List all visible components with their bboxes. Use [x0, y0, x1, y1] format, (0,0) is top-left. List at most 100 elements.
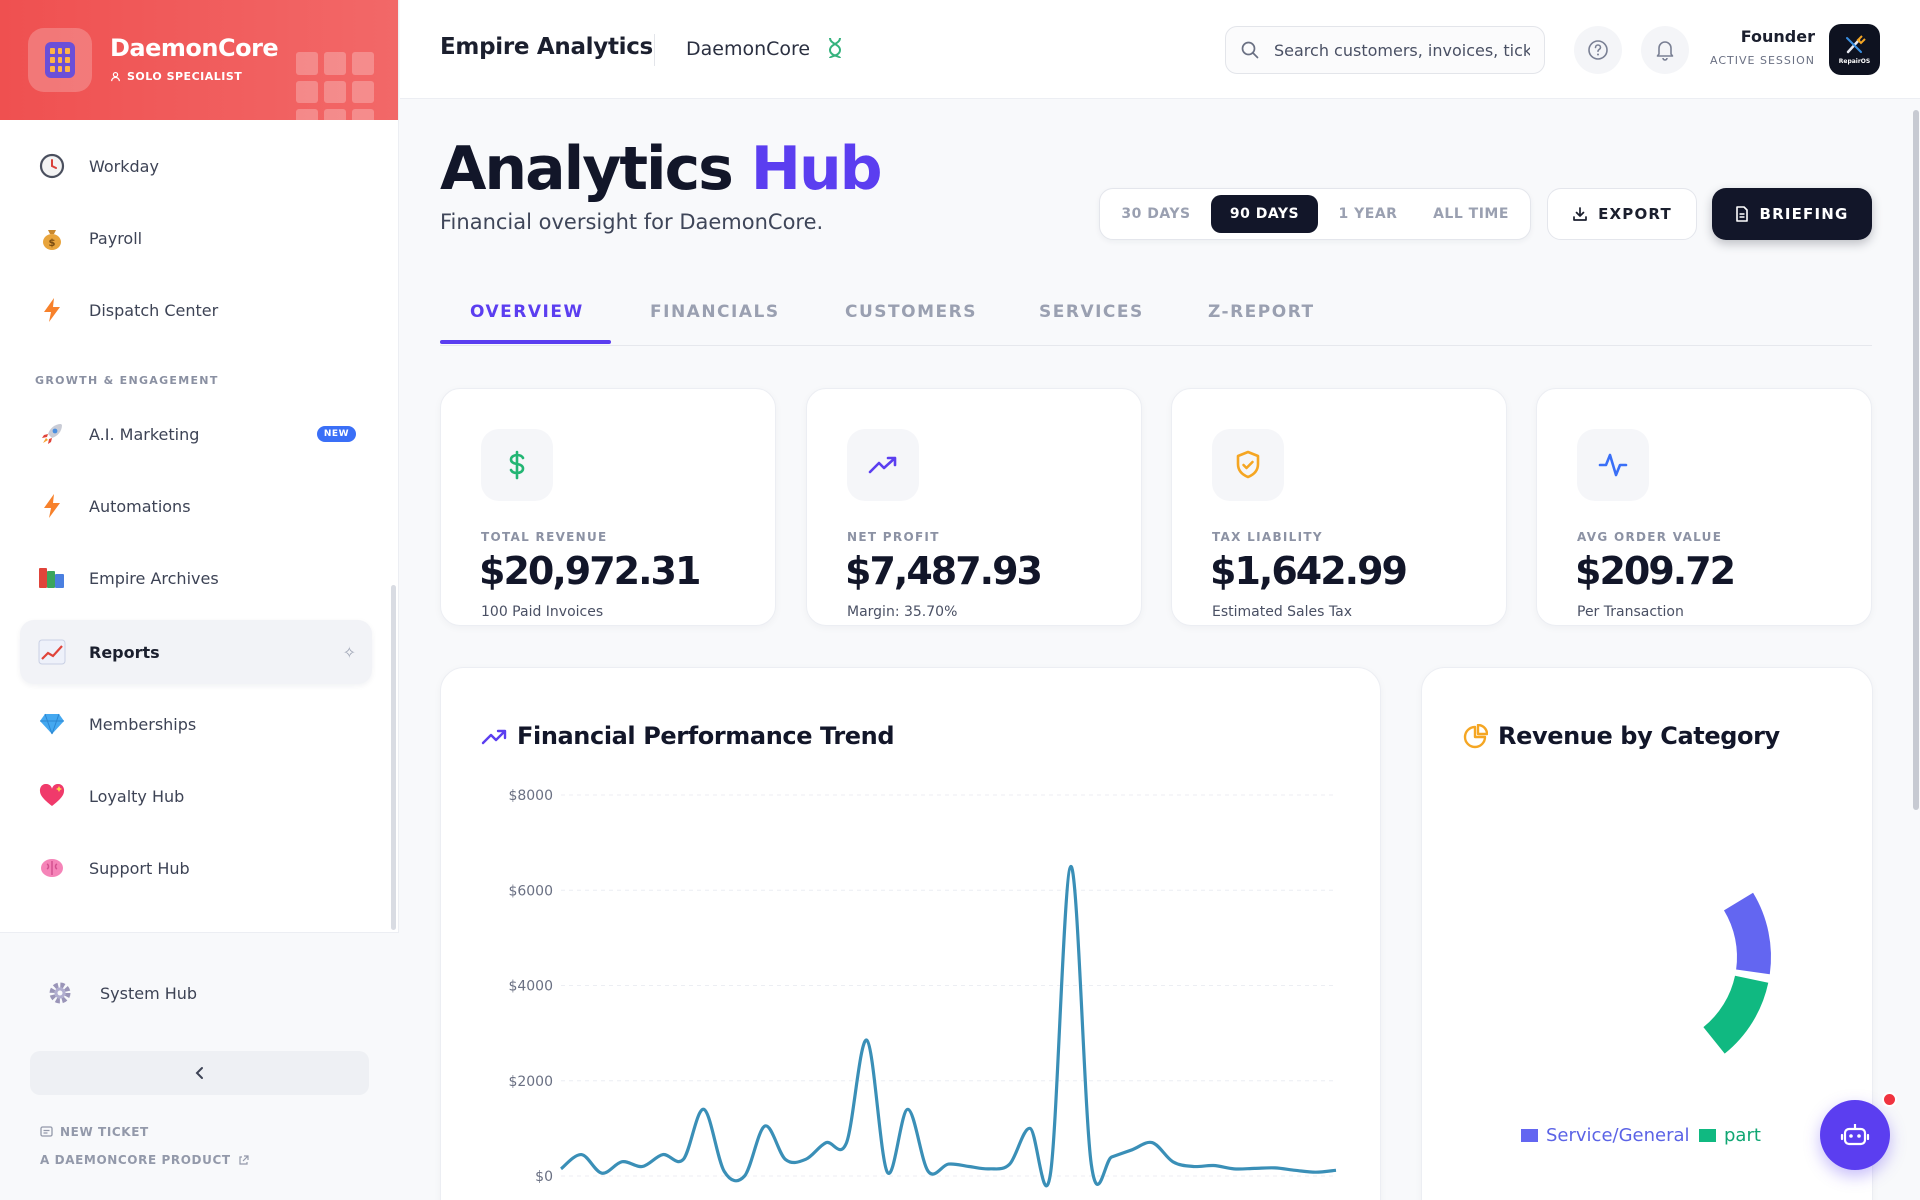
sidebar-item-label: Dispatch Center [89, 300, 219, 320]
y-tick-label: $0 [535, 1169, 553, 1185]
range-90-days-button[interactable]: 90 DAYS [1211, 195, 1318, 233]
sidebar-item-label: System Hub [100, 983, 198, 1003]
sidebar-item-loyalty-hub[interactable]: Loyalty Hub [20, 764, 372, 828]
legend-label: Service/General [1546, 1125, 1690, 1146]
kpi-card-tax-liability: TAX LIABILITY $1,642.99 Estimated Sales … [1171, 388, 1507, 626]
kpi-value: $20,972.31 [479, 549, 701, 593]
org-name: DaemonCore [686, 38, 811, 60]
range-1-year-button[interactable]: 1 YEAR [1325, 195, 1411, 233]
kpi-label: TAX LIABILITY [1212, 530, 1323, 544]
kpi-card-total-revenue: TOTAL REVENUE $20,972.31 100 Paid Invoic… [440, 388, 776, 626]
trend-series-line [559, 864, 1337, 1188]
sidebar-item-label: Empire Archives [89, 568, 219, 588]
active-tab-indicator [440, 340, 611, 344]
sidebar-item-support-hub[interactable]: Support Hub [20, 836, 372, 900]
sidebar-item-label: Support Hub [89, 858, 190, 878]
export-button[interactable]: EXPORT [1547, 188, 1697, 240]
ticket-icon [40, 1126, 53, 1137]
tab-customers[interactable]: CUSTOMERS [845, 302, 977, 322]
kpi-icon-box [481, 429, 553, 501]
notifications-button[interactable] [1641, 26, 1689, 74]
ai-assistant-button[interactable] [1820, 1100, 1890, 1170]
help-button[interactable] [1574, 26, 1622, 74]
brand-role-text: SOLO SPECIALIST [127, 70, 243, 83]
y-tick-label: $4000 [508, 979, 553, 995]
legend-swatch [1699, 1129, 1716, 1142]
lightning-icon [38, 492, 66, 520]
main-scrollbar[interactable] [1913, 110, 1919, 810]
range-all-time-button[interactable]: ALL TIME [1418, 195, 1524, 233]
brand-name: DaemonCore [110, 34, 279, 62]
legend-item-part: part [1699, 1125, 1761, 1146]
sidebar-item-label: Payroll [89, 228, 143, 248]
sidebar-item-reports[interactable]: Reports ✧ [20, 620, 372, 684]
sidebar-item-memberships[interactable]: Memberships [20, 692, 372, 756]
donut-slice-part[interactable] [1702, 975, 1769, 1054]
tab-overview[interactable]: OVERVIEW [470, 302, 584, 322]
sidebar-item-automations[interactable]: Automations [20, 474, 372, 538]
gear-icon [46, 979, 74, 1007]
donut-slice-service-general[interactable] [1723, 892, 1771, 975]
brand-header: DaemonCore SOLO SPECIALIST [0, 0, 398, 120]
lightning-icon [38, 296, 66, 324]
kpi-card-avg-order-value: AVG ORDER VALUE $209.72 Per Transaction [1536, 388, 1872, 626]
kpi-label: TOTAL REVENUE [481, 530, 608, 544]
page-title: Analytics Hub [440, 134, 883, 204]
brand-logo[interactable] [28, 28, 92, 92]
new-ticket-label: NEW TICKET [60, 1125, 149, 1139]
sidebar-item-payroll[interactable]: $ Payroll [20, 206, 372, 270]
kpi-value: $209.72 [1575, 549, 1736, 593]
shield-check-icon [1236, 450, 1260, 479]
sidebar-item-system-hub[interactable]: System Hub [30, 965, 370, 1021]
kpi-footnote: Estimated Sales Tax [1212, 604, 1352, 620]
category-chart-card: Revenue by Category [1421, 667, 1873, 1200]
clock-icon [38, 152, 66, 180]
range-30-days-button[interactable]: 30 DAYS [1108, 195, 1204, 233]
tab-financials[interactable]: FINANCIALS [650, 302, 780, 322]
sidebar-scrollbar[interactable] [391, 585, 396, 930]
tab-z-report[interactable]: Z-REPORT [1208, 302, 1315, 322]
brand-role: SOLO SPECIALIST [110, 70, 242, 83]
sidebar-item-workday[interactable]: Workday [20, 134, 372, 198]
revenue-donut-chart [1702, 892, 1771, 1054]
briefing-button[interactable]: BRIEFING [1712, 188, 1872, 240]
sidebar: DaemonCore SOLO SPECIALIST Workday $ Pay… [0, 0, 399, 1200]
sidebar-item-label: Workday [89, 156, 159, 176]
sidebar-item-label: Memberships [89, 714, 197, 734]
external-link-icon [239, 1154, 249, 1165]
page-title-accent: Hub [750, 134, 883, 204]
legend-item-service-general: Service/General [1521, 1125, 1690, 1146]
search-input[interactable] [1274, 27, 1530, 73]
trending-up-icon [868, 456, 897, 474]
kpi-label: NET PROFIT [847, 530, 940, 544]
brand-decoration [296, 52, 374, 120]
sidebar-item-ai-marketing[interactable]: A.I. Marketing NEW [20, 402, 372, 466]
avatar[interactable]: RepairOS [1829, 24, 1880, 75]
new-ticket-link[interactable]: NEW TICKET [40, 1125, 149, 1139]
app-title: Empire Analytics [440, 34, 653, 60]
robot-icon [1840, 1124, 1870, 1146]
dollar-icon [509, 450, 525, 480]
gem-icon [38, 710, 66, 738]
sidebar-item-dispatch-center[interactable]: Dispatch Center [20, 278, 372, 342]
trend-chart-card: Financial Performance Trend $0 $2000 $4000… [440, 667, 1381, 1200]
rocket-icon [38, 420, 66, 448]
money-bag-icon: $ [38, 224, 66, 252]
legend-swatch [1521, 1129, 1538, 1142]
product-link[interactable]: A DAEMONCORE PRODUCT [40, 1153, 249, 1167]
kpi-icon-box [1212, 429, 1284, 501]
kpi-icon-box [1577, 429, 1649, 501]
kpi-card-net-profit: NET PROFIT $7,487.93 Margin: 35.70% [806, 388, 1142, 626]
sidebar-item-label: Loyalty Hub [89, 786, 185, 806]
svg-text:$: $ [49, 238, 56, 249]
sidebar-item-empire-archives[interactable]: Empire Archives [20, 546, 372, 610]
header-divider [654, 34, 655, 66]
collapse-sidebar-button[interactable] [30, 1051, 369, 1095]
tab-services[interactable]: SERVICES [1039, 302, 1144, 322]
help-icon [1588, 40, 1608, 60]
page-title-main: Analytics [440, 134, 734, 204]
kpi-label: AVG ORDER VALUE [1577, 530, 1723, 544]
section-tabs: OVERVIEW FINANCIALS CUSTOMERS SERVICES Z… [440, 288, 1872, 346]
global-search[interactable] [1225, 26, 1545, 74]
kpi-footnote: Per Transaction [1577, 604, 1684, 620]
